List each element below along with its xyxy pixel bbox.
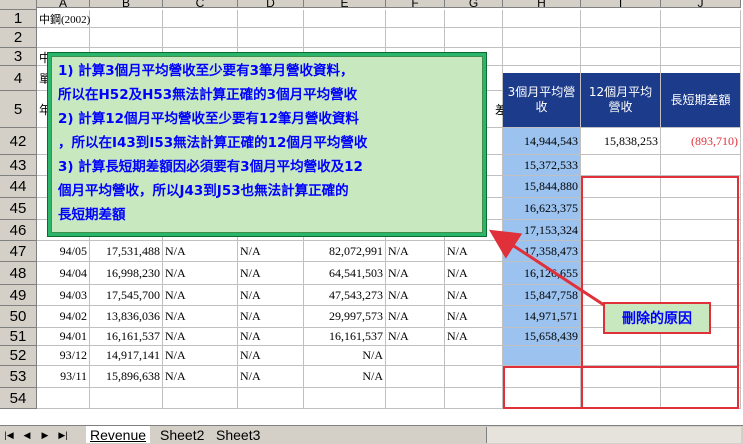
tab-revenue[interactable]: Revenue xyxy=(86,426,151,443)
prev-sheet-icon[interactable]: ◀ xyxy=(20,428,34,442)
delete-reason-label: 刪除的原因 xyxy=(603,302,711,334)
next-sheet-icon[interactable]: ▶ xyxy=(38,428,52,442)
first-sheet-icon[interactable]: |◀ xyxy=(2,428,16,442)
arrow-graphics xyxy=(488,229,605,307)
horizontal-scrollbar[interactable] xyxy=(486,427,741,443)
sheet-tab-bar: |◀ ◀ ▶ ▶| Revenue Sheet2 Sheet3 xyxy=(0,425,743,444)
tab-sheet2[interactable]: Sheet2 xyxy=(156,426,208,443)
arrow-to-callout xyxy=(488,229,605,307)
last-sheet-icon[interactable]: ▶| xyxy=(56,428,70,442)
tab-sheet3[interactable]: Sheet3 xyxy=(212,426,264,443)
